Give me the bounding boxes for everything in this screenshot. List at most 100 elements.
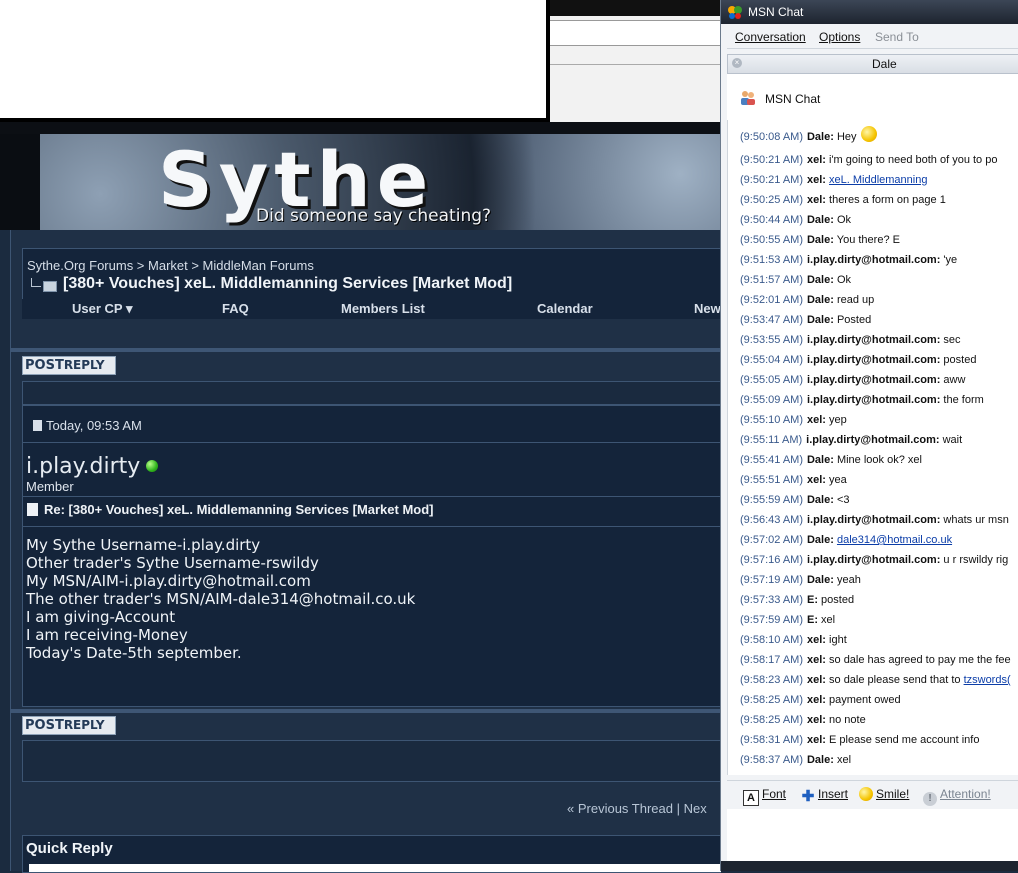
post-line: My MSN/AIM-i.play.dirty@hotmail.com bbox=[26, 572, 311, 590]
nav-members-list[interactable]: Members List bbox=[341, 301, 425, 316]
chat-message: (9:50:55 AM) Dale: You there? E bbox=[740, 234, 900, 246]
chat-message: (9:55:04 AM) i.play.dirty@hotmail.com: po… bbox=[740, 354, 977, 366]
attention-icon: ! bbox=[923, 792, 937, 806]
chat-history[interactable]: (9:50:08 AM) Dale: Hey (9:50:21 AM) xel: i… bbox=[727, 120, 1018, 775]
quick-reply-panel: Quick Reply bbox=[22, 835, 721, 873]
post-line: My Sythe Username-i.play.dirty bbox=[26, 536, 261, 554]
chat-message: (9:55:59 AM) Dale: <3 bbox=[740, 494, 850, 506]
site-tagline: Did someone say cheating? bbox=[256, 206, 492, 226]
chat-message: (9:55:11 AM) i.play.dirty@hotmail.com: wa… bbox=[740, 434, 963, 446]
post-username[interactable]: i.play.dirty bbox=[26, 454, 159, 479]
thread-title-text: [380+ Vouches] xeL. Middlemanning Servic… bbox=[63, 275, 513, 292]
conversation-header-title: MSN Chat bbox=[765, 92, 821, 106]
post-line: I am receiving-Money bbox=[26, 626, 188, 644]
post-body: My Sythe Username-i.play.dirty Other tra… bbox=[26, 536, 415, 662]
tab-dale[interactable]: Dale bbox=[872, 57, 897, 71]
chat-message: (9:57:02 AM) Dale: dale314@hotmail.co.uk bbox=[740, 534, 953, 546]
post-line: Other trader's Sythe Username-rswildy bbox=[26, 554, 319, 572]
menu-options[interactable]: Options bbox=[819, 30, 860, 44]
smiley-emoticon-icon bbox=[860, 126, 877, 142]
post-reply-button-top[interactable]: POSTREPLY bbox=[22, 356, 116, 375]
thread-navigation[interactable]: « Previous Thread | Nex bbox=[567, 801, 707, 816]
chat-message: (9:58:37 AM) Dale: xel bbox=[740, 754, 852, 766]
chat-message: (9:50:44 AM) Dale: Ok bbox=[740, 214, 852, 226]
chat-message: (9:58:23 AM) xel: so dale please send tha… bbox=[740, 674, 1011, 686]
online-status-icon bbox=[146, 460, 159, 472]
insert-button[interactable]: ✚ Insert bbox=[801, 787, 848, 804]
chat-message: (9:58:25 AM) xel: payment owed bbox=[740, 694, 901, 706]
chat-message: (9:52:01 AM) Dale: read up bbox=[740, 294, 875, 306]
post-usertitle: Member bbox=[26, 479, 74, 494]
post-line: The other trader's MSN/AIM-dale314@hotma… bbox=[26, 590, 416, 608]
post-container: Today, 09:53 AM i.play.dirty Member Re: … bbox=[22, 405, 721, 707]
compose-toolbar: A Font ✚ Insert Smile! ! Attention! bbox=[727, 780, 1018, 810]
thread-footer-row bbox=[22, 740, 721, 782]
smiley-icon bbox=[859, 787, 873, 801]
menu-send-to[interactable]: Send To bbox=[875, 30, 919, 44]
post-line: I am giving-Account bbox=[26, 608, 176, 626]
chat-message: (9:50:25 AM) xel: theres a form on page 1 bbox=[740, 194, 946, 206]
post-title: Re: [380+ Vouches] xeL. Middlemanning Se… bbox=[27, 502, 434, 517]
msn-title-bar[interactable]: MSN Chat bbox=[721, 0, 1018, 24]
forum-banner: Sythe Did someone say cheating? bbox=[0, 134, 720, 230]
nav-calendar[interactable]: Calendar bbox=[537, 301, 593, 316]
font-button[interactable]: A Font bbox=[743, 787, 786, 806]
chat-message: (9:57:59 AM) E: xel bbox=[740, 614, 836, 626]
chat-message: (9:55:41 AM) Dale: Mine look ok? xel bbox=[740, 454, 922, 466]
conversation-header: MSN Chat bbox=[727, 74, 1018, 121]
chat-message: (9:55:10 AM) xel: yep bbox=[740, 414, 847, 426]
chat-message: (9:55:09 AM) i.play.dirty@hotmail.com: th… bbox=[740, 394, 984, 406]
forum-navbar: User CP ▾ FAQ Members List Calendar New bbox=[22, 299, 721, 319]
thread-title: [380+ Vouches] xeL. Middlemanning Servic… bbox=[27, 275, 512, 293]
chat-message: (9:57:19 AM) Dale: yeah bbox=[740, 574, 861, 586]
chat-link[interactable]: tzswords( bbox=[964, 674, 1011, 686]
nav-faq[interactable]: FAQ bbox=[222, 301, 249, 316]
buddies-icon bbox=[741, 91, 755, 105]
post-date: Today, 09:53 AM bbox=[33, 418, 142, 433]
msn-chat-window: MSN Chat Conversation Options Send To × … bbox=[720, 0, 1018, 871]
chat-message: (9:50:21 AM) xel: i'm going to need both … bbox=[740, 154, 998, 166]
background-band bbox=[0, 122, 720, 134]
menu-conversation[interactable]: Conversation bbox=[735, 30, 806, 44]
nav-user-cp[interactable]: User CP ▾ bbox=[72, 301, 132, 317]
smile-button[interactable]: Smile! bbox=[859, 787, 909, 801]
chat-message: (9:58:10 AM) xel: ight bbox=[740, 634, 847, 646]
msn-window-title: MSN Chat bbox=[748, 5, 804, 19]
breadcrumb-box: Sythe.Org Forums > Market > MiddleMan Fo… bbox=[22, 248, 721, 302]
close-tab-icon[interactable]: × bbox=[732, 58, 742, 68]
post-line: Today's Date-5th september. bbox=[26, 644, 242, 662]
chat-link[interactable]: dale314@hotmail.co.uk bbox=[837, 534, 952, 546]
chat-message: (9:56:43 AM) i.play.dirty@hotmail.com: wh… bbox=[740, 514, 1009, 526]
attention-button[interactable]: ! Attention! bbox=[923, 787, 991, 806]
tree-branch-icon bbox=[27, 277, 57, 292]
chat-link[interactable]: xeL. Middlemanning bbox=[829, 174, 927, 186]
font-icon: A bbox=[743, 790, 759, 806]
plus-icon: ✚ bbox=[801, 788, 815, 805]
msn-butterfly-icon bbox=[728, 6, 742, 19]
quick-reply-title: Quick Reply bbox=[26, 840, 113, 857]
breadcrumb[interactable]: Sythe.Org Forums > Market > MiddleMan Fo… bbox=[27, 258, 314, 273]
chat-message: (9:51:53 AM) i.play.dirty@hotmail.com: 'y… bbox=[740, 254, 958, 266]
chat-message: (9:53:47 AM) Dale: Posted bbox=[740, 314, 872, 326]
post-reply-button-bottom[interactable]: POSTREPLY bbox=[22, 716, 116, 735]
chat-message: (9:50:08 AM) Dale: Hey bbox=[740, 126, 877, 143]
post-title-icon bbox=[27, 503, 38, 516]
window-bottom-frame bbox=[721, 861, 1018, 871]
conversation-tab-bar: × Dale bbox=[727, 54, 1018, 74]
chat-message: (9:55:51 AM) xel: yea bbox=[740, 474, 847, 486]
nav-new-posts[interactable]: New bbox=[694, 301, 721, 316]
separator bbox=[10, 348, 720, 352]
msn-menubar: Conversation Options Send To bbox=[727, 26, 1018, 49]
background-window bbox=[0, 0, 550, 122]
chat-message: (9:50:21 AM) xel: xeL. Middlemanning bbox=[740, 174, 928, 186]
chat-message: (9:58:31 AM) xel: E please send me accoun… bbox=[740, 734, 980, 746]
post-doc-icon bbox=[33, 420, 42, 431]
chat-message: (9:57:33 AM) E: posted bbox=[740, 594, 855, 606]
background-window-strip bbox=[550, 0, 720, 122]
message-compose-input[interactable] bbox=[727, 809, 1018, 861]
chat-message: (9:57:16 AM) i.play.dirty@hotmail.com: u … bbox=[740, 554, 1009, 566]
separator bbox=[10, 709, 720, 713]
chat-message: (9:55:05 AM) i.play.dirty@hotmail.com: aw… bbox=[740, 374, 966, 386]
thread-tools-row bbox=[22, 381, 721, 405]
chat-message: (9:53:55 AM) i.play.dirty@hotmail.com: se… bbox=[740, 334, 961, 346]
